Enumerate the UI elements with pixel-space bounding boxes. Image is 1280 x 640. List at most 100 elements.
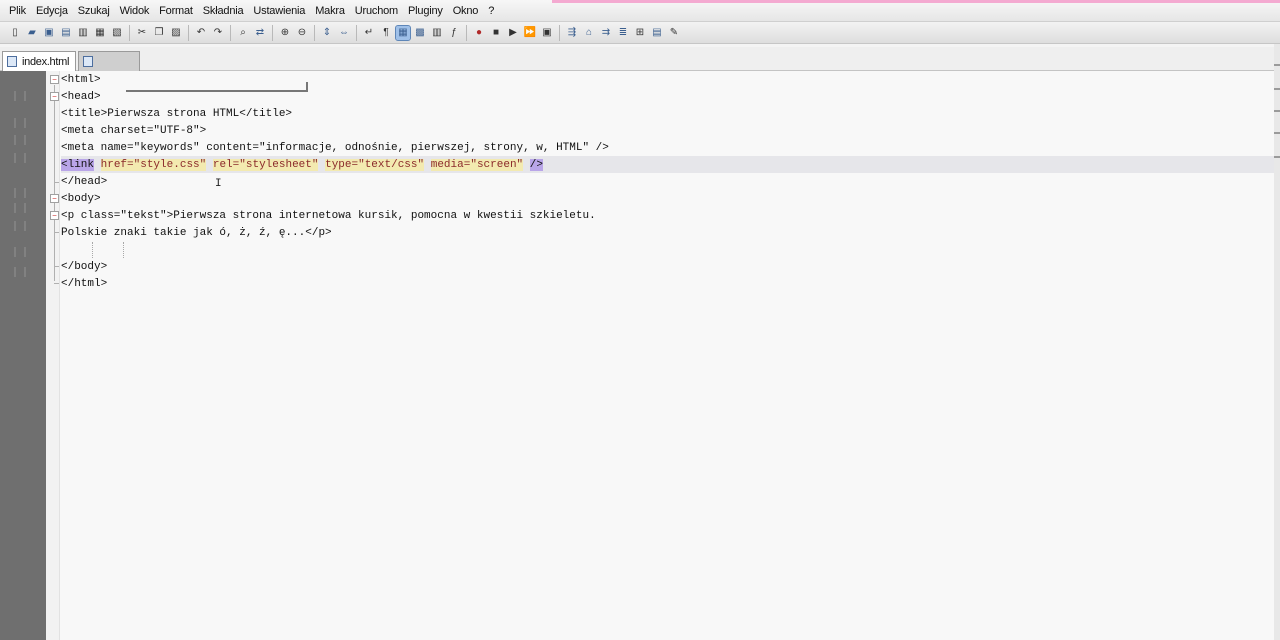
tab-bar: index.html — [0, 47, 1280, 71]
toolbar-separator — [230, 24, 231, 41]
close-icon[interactable]: ▥ — [76, 26, 90, 40]
menu-macros[interactable]: Makra — [310, 2, 350, 20]
fold-toggle-body[interactable]: − — [50, 194, 59, 203]
code-line: </body> — [61, 261, 108, 273]
line-number — [14, 221, 26, 231]
menu-file[interactable]: Plik — [4, 2, 31, 20]
line-number — [14, 135, 26, 145]
fold-end — [54, 232, 59, 233]
tab-second-file[interactable] — [78, 51, 140, 71]
scroll-mark — [1274, 132, 1280, 134]
line-number — [14, 153, 26, 163]
zoom-in-icon[interactable]: ⊕ — [278, 26, 292, 40]
notepad-plus-plus-window: Plik Edycja Szukaj Widok Format Składnia… — [0, 0, 1280, 640]
menu-help[interactable]: ? — [483, 2, 499, 20]
replace-icon[interactable]: ⇄ — [253, 26, 267, 40]
close-all-icon[interactable]: ▦ — [93, 26, 107, 40]
selected-link-tag: <link — [61, 159, 95, 171]
plugin-tool-icon[interactable]: ⌂ — [582, 26, 596, 40]
menu-window[interactable]: Okno — [448, 2, 484, 20]
save-all-icon[interactable]: ▤ — [59, 26, 73, 40]
new-file-icon[interactable]: ▯ — [8, 26, 22, 40]
sync-vertical-icon[interactable]: ⇕ — [320, 26, 334, 40]
stop-macro-icon[interactable]: ■ — [489, 26, 503, 40]
show-all-chars-icon[interactable]: ¶ — [379, 26, 393, 40]
indent-guide — [123, 242, 124, 258]
save-macro-icon[interactable]: ▣ — [540, 26, 554, 40]
vertical-scrollbar[interactable] — [1274, 44, 1280, 640]
editor-pane[interactable]: − − − − <html> <head> <title>Pierwsza st… — [0, 71, 1280, 640]
user-language-icon[interactable]: ▩ — [413, 26, 427, 40]
plugin-tool-icon[interactable]: ▤ — [650, 26, 664, 40]
code-line-link: <link href="style.css" rel="stylesheet" … — [61, 157, 543, 174]
menu-view[interactable]: Widok — [115, 2, 155, 20]
selected-link-close: /> — [529, 159, 543, 171]
toolbar: ▯ ▰ ▣ ▤ ▥ ▦ ▧ ✂ ❐ ▨ ↶ ↷ ⌕ ⇄ ⊕ ⊖ ⇕ ⇔ ↵ ¶ … — [0, 22, 1280, 44]
menu-run[interactable]: Uruchom — [350, 2, 403, 20]
menu-settings[interactable]: Ustawienia — [248, 2, 310, 20]
plugin-tool-icon[interactable]: ⇉ — [599, 26, 613, 40]
sync-horizontal-icon[interactable]: ⇔ — [337, 26, 351, 40]
play-macro-icon[interactable]: ▶ — [506, 26, 520, 40]
plugin-tool-icon[interactable]: ≣ — [616, 26, 630, 40]
function-list-icon[interactable]: ƒ — [447, 26, 461, 40]
tab-index-html[interactable]: index.html — [2, 51, 76, 71]
autocomplete-hint — [126, 82, 308, 92]
record-macro-icon[interactable]: ● — [472, 26, 486, 40]
toolbar-separator — [356, 24, 357, 41]
title-strip — [552, 0, 1280, 3]
run-macro-multiple-icon[interactable]: ⏩ — [523, 26, 537, 40]
mouse-ibeam-cursor: I — [215, 178, 222, 190]
redo-icon[interactable]: ↷ — [211, 26, 225, 40]
code-line: Polskie znaki takie jak ó, ż, ź, ę...</p… — [61, 227, 332, 239]
line-number — [14, 203, 26, 213]
attr-type: type="text/css" — [325, 159, 425, 171]
fold-toggle-p[interactable]: − — [50, 211, 59, 220]
line-number — [14, 118, 26, 128]
toolbar-separator — [129, 24, 130, 41]
fold-toggle-html[interactable]: − — [50, 75, 59, 84]
toolbar-separator — [188, 24, 189, 41]
toolbar-separator — [314, 24, 315, 41]
menu-edit[interactable]: Edycja — [31, 2, 73, 20]
scroll-mark — [1274, 64, 1280, 66]
code-line: <html> — [61, 74, 101, 86]
file-icon — [7, 56, 17, 67]
line-number-gutter — [0, 71, 46, 640]
attr-rel: rel="stylesheet" — [212, 159, 319, 171]
plugin-tool-icon[interactable]: ✎ — [667, 26, 681, 40]
menu-format[interactable]: Format — [154, 2, 198, 20]
open-file-icon[interactable]: ▰ — [25, 26, 39, 40]
cut-icon[interactable]: ✂ — [135, 26, 149, 40]
fold-end — [54, 182, 59, 183]
attr-media: media="screen" — [430, 159, 524, 171]
menu-bar: Plik Edycja Szukaj Widok Format Składnia… — [0, 0, 1280, 22]
fold-line — [54, 102, 55, 182]
file-icon — [83, 56, 93, 67]
paste-icon[interactable]: ▨ — [169, 26, 183, 40]
indent-guide-icon[interactable]: ▦ — [395, 24, 411, 41]
menu-plugins[interactable]: Pluginy — [403, 2, 448, 20]
save-icon[interactable]: ▣ — [42, 26, 56, 40]
toolbar-separator — [466, 24, 467, 41]
zoom-out-icon[interactable]: ⊖ — [295, 26, 309, 40]
menu-search[interactable]: Szukaj — [73, 2, 115, 20]
toolbar-separator — [272, 24, 273, 41]
plugin-tool-icon[interactable]: ⇶ — [565, 26, 579, 40]
code-line: </head> — [61, 176, 108, 188]
document-map-icon[interactable]: ▥ — [430, 26, 444, 40]
code-line: <body> — [61, 193, 101, 205]
find-icon[interactable]: ⌕ — [236, 26, 250, 40]
code-line: <meta name="keywords" content="informacj… — [61, 142, 609, 154]
fold-toggle-head[interactable]: − — [50, 92, 59, 101]
print-icon[interactable]: ▧ — [110, 26, 124, 40]
word-wrap-icon[interactable]: ↵ — [362, 26, 376, 40]
menu-syntax[interactable]: Składnia — [198, 2, 249, 20]
copy-icon[interactable]: ❐ — [152, 26, 166, 40]
line-number — [14, 247, 26, 257]
undo-icon[interactable]: ↶ — [194, 26, 208, 40]
tab-label: index.html — [22, 55, 70, 68]
fold-margin: − − − − — [46, 71, 60, 640]
plugin-tool-icon[interactable]: ⊞ — [633, 26, 647, 40]
indent-guide — [92, 242, 93, 258]
